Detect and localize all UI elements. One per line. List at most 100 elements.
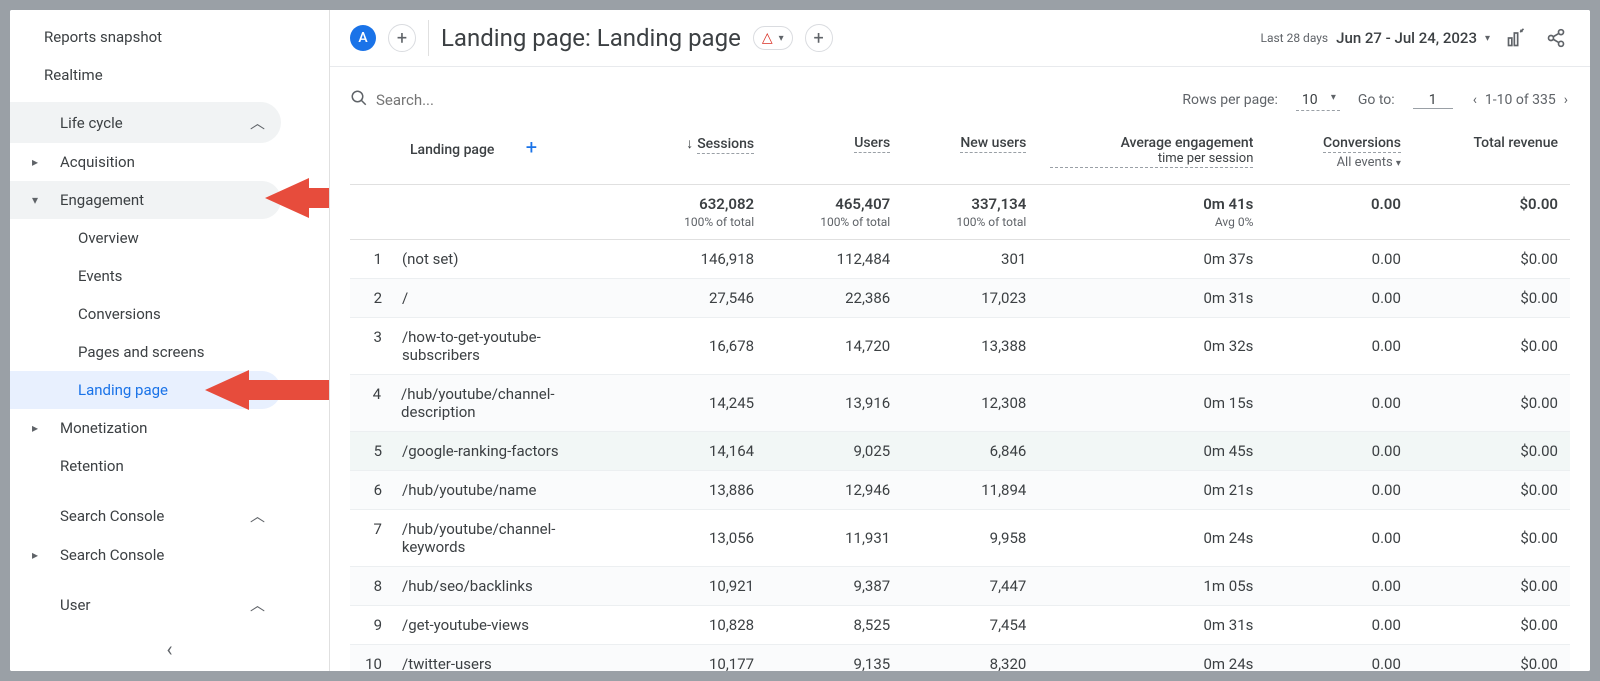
col-users[interactable]: Users	[854, 135, 890, 153]
nav-section-user[interactable]: User ︿	[10, 584, 281, 625]
row-sessions: 27,546	[630, 279, 766, 318]
nav-search-console[interactable]: ▸ Search Console	[10, 536, 281, 574]
row-index: 5	[362, 442, 402, 460]
add-comparison-button[interactable]: +	[388, 24, 416, 52]
table-row[interactable]: 4/hub/youtube/channel-description 14,245…	[350, 375, 1570, 432]
nav-engagement-pages-screens[interactable]: Pages and screens	[10, 333, 281, 371]
table-row[interactable]: 10/twitter-users 10,177 9,135 8,320 0m 2…	[350, 645, 1570, 672]
rows-per-page-label: Rows per page:	[1182, 92, 1277, 108]
nav-engagement-overview[interactable]: Overview	[10, 219, 281, 257]
nav-engagement-events[interactable]: Events	[10, 257, 281, 295]
col-landing-page[interactable]: Landing page	[410, 142, 494, 158]
row-landing-page: /hub/seo/backlinks	[402, 577, 533, 595]
row-avg-engagement: 0m 31s	[1038, 606, 1265, 645]
nav-engagement[interactable]: ▾ Engagement	[10, 181, 281, 219]
row-new-users: 6,846	[902, 432, 1038, 471]
nav-reports-snapshot[interactable]: Reports snapshot	[10, 18, 281, 56]
row-index: 1	[362, 250, 402, 268]
nav-section-life-cycle[interactable]: Life cycle ︿	[10, 102, 281, 143]
row-sessions: 14,164	[630, 432, 766, 471]
row-users: 22,386	[766, 279, 902, 318]
total-revenue: $0.00	[1519, 195, 1558, 213]
total-users: 465,407	[835, 195, 890, 213]
row-users: 11,931	[766, 510, 902, 567]
row-landing-page: /	[402, 289, 408, 307]
row-users: 8,525	[766, 606, 902, 645]
add-dimension-button[interactable]: +	[526, 135, 537, 159]
row-conversions: 0.00	[1265, 279, 1413, 318]
row-landing-page: /get-youtube-views	[402, 616, 529, 634]
date-range-picker[interactable]: Last 28 days Jun 27 - Jul 24, 2023 ▾	[1261, 29, 1491, 47]
row-revenue: $0.00	[1413, 375, 1570, 432]
warning-triangle-icon: △	[762, 30, 773, 46]
goto-input[interactable]	[1413, 92, 1453, 109]
table-row[interactable]: 9/get-youtube-views 10,828 8,525 7,454 0…	[350, 606, 1570, 645]
row-landing-page: /hub/youtube/name	[402, 481, 536, 499]
page-title: Landing page: Landing page	[441, 24, 741, 52]
table-row[interactable]: 2/ 27,546 22,386 17,023 0m 31s 0.00 $0.0…	[350, 279, 1570, 318]
annotation-arrow-landing-page	[205, 368, 330, 412]
customize-report-icon[interactable]	[1502, 24, 1530, 52]
nav-monetization[interactable]: ▸ Monetization	[10, 409, 281, 447]
table-row[interactable]: 8/hub/seo/backlinks 10,921 9,387 7,447 1…	[350, 567, 1570, 606]
row-conversions: 0.00	[1265, 471, 1413, 510]
nav-retention[interactable]: Retention	[10, 447, 281, 485]
add-button[interactable]: +	[805, 24, 833, 52]
collapse-sidebar-icon[interactable]: ‹	[166, 637, 172, 661]
table-row[interactable]: 5/google-ranking-factors 14,164 9,025 6,…	[350, 432, 1570, 471]
data-quality-badge[interactable]: △ ▾	[753, 26, 793, 50]
col-avg-engagement-l2[interactable]: time per session	[1050, 151, 1253, 168]
table-row[interactable]: 1(not set) 146,918 112,484 301 0m 37s 0.…	[350, 240, 1570, 279]
share-icon[interactable]	[1542, 24, 1570, 52]
nav-section-search-console[interactable]: Search Console ︿	[10, 495, 281, 536]
row-sessions: 10,921	[630, 567, 766, 606]
row-users: 112,484	[766, 240, 902, 279]
row-conversions: 0.00	[1265, 318, 1413, 375]
row-revenue: $0.00	[1413, 645, 1570, 672]
chevron-up-icon: ︿	[250, 505, 265, 526]
row-conversions: 0.00	[1265, 432, 1413, 471]
row-users: 9,387	[766, 567, 902, 606]
report-content: Rows per page: 10 Go to: ‹ 1-10 of 335 ›	[330, 67, 1590, 671]
row-index: 4	[362, 385, 401, 421]
search-input[interactable]	[376, 91, 576, 109]
report-table: Landing page + ↓Sessions Users New users…	[350, 121, 1570, 671]
acquisition-label: Acquisition	[44, 153, 265, 171]
chevron-down-icon: ▾	[26, 193, 44, 207]
col-sessions[interactable]: Sessions	[697, 136, 754, 154]
total-users-pct: 100% of total	[778, 213, 890, 235]
row-index: 3	[362, 328, 402, 364]
row-avg-engagement: 0m 24s	[1038, 645, 1265, 672]
chevron-right-icon: ▸	[26, 421, 44, 435]
pager-prev-icon[interactable]: ‹	[1471, 92, 1479, 108]
row-users: 12,946	[766, 471, 902, 510]
col-avg-engagement-l1[interactable]: Average engagement	[1121, 135, 1254, 151]
table-row[interactable]: 3/how-to-get-youtube-subscribers 16,678 …	[350, 318, 1570, 375]
row-new-users: 17,023	[902, 279, 1038, 318]
col-new-users[interactable]: New users	[960, 135, 1026, 153]
row-index: 7	[362, 520, 402, 556]
nav-realtime[interactable]: Realtime	[10, 56, 281, 94]
pager-next-icon[interactable]: ›	[1562, 92, 1570, 108]
nav-acquisition[interactable]: ▸ Acquisition	[10, 143, 281, 181]
row-users: 9,025	[766, 432, 902, 471]
row-landing-page: /how-to-get-youtube-subscribers	[402, 328, 618, 364]
row-index: 9	[362, 616, 402, 634]
avatar[interactable]: A	[350, 25, 376, 51]
col-conversions[interactable]: Conversions	[1323, 135, 1401, 153]
row-new-users: 12,308	[902, 375, 1038, 432]
table-row[interactable]: 7/hub/youtube/channel-keywords 13,056 11…	[350, 510, 1570, 567]
row-revenue: $0.00	[1413, 432, 1570, 471]
table-row[interactable]: 6/hub/youtube/name 13,886 12,946 11,894 …	[350, 471, 1570, 510]
total-sessions-pct: 100% of total	[642, 213, 754, 235]
conversions-filter[interactable]: All events	[1337, 155, 1393, 170]
row-sessions: 13,056	[630, 510, 766, 567]
rows-per-page-select[interactable]: 10	[1296, 90, 1340, 111]
row-conversions: 0.00	[1265, 510, 1413, 567]
row-avg-engagement: 0m 24s	[1038, 510, 1265, 567]
table-controls: Rows per page: 10 Go to: ‹ 1-10 of 335 ›	[350, 83, 1570, 121]
chevron-down-icon: ▾	[1485, 33, 1490, 44]
col-total-revenue[interactable]: Total revenue	[1474, 135, 1558, 151]
nav-engagement-conversions[interactable]: Conversions	[10, 295, 281, 333]
row-new-users: 8,320	[902, 645, 1038, 672]
